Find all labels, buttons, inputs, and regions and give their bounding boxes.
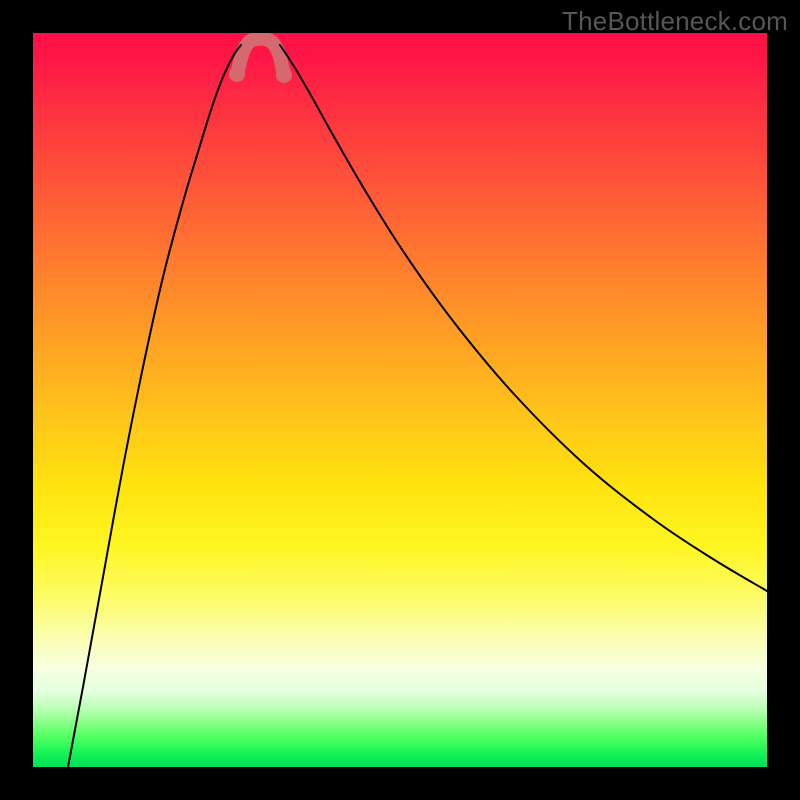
left-branch-path xyxy=(68,45,241,767)
watermark-text: TheBottleneck.com xyxy=(562,6,788,37)
right-branch-path xyxy=(280,45,767,591)
plot-area xyxy=(33,33,767,767)
curve-layer xyxy=(33,33,767,767)
valley-marker-left xyxy=(229,66,245,82)
valley-highlight-path xyxy=(238,39,283,71)
chart-stage: TheBottleneck.com xyxy=(0,0,800,800)
valley-marker-right xyxy=(276,67,292,83)
